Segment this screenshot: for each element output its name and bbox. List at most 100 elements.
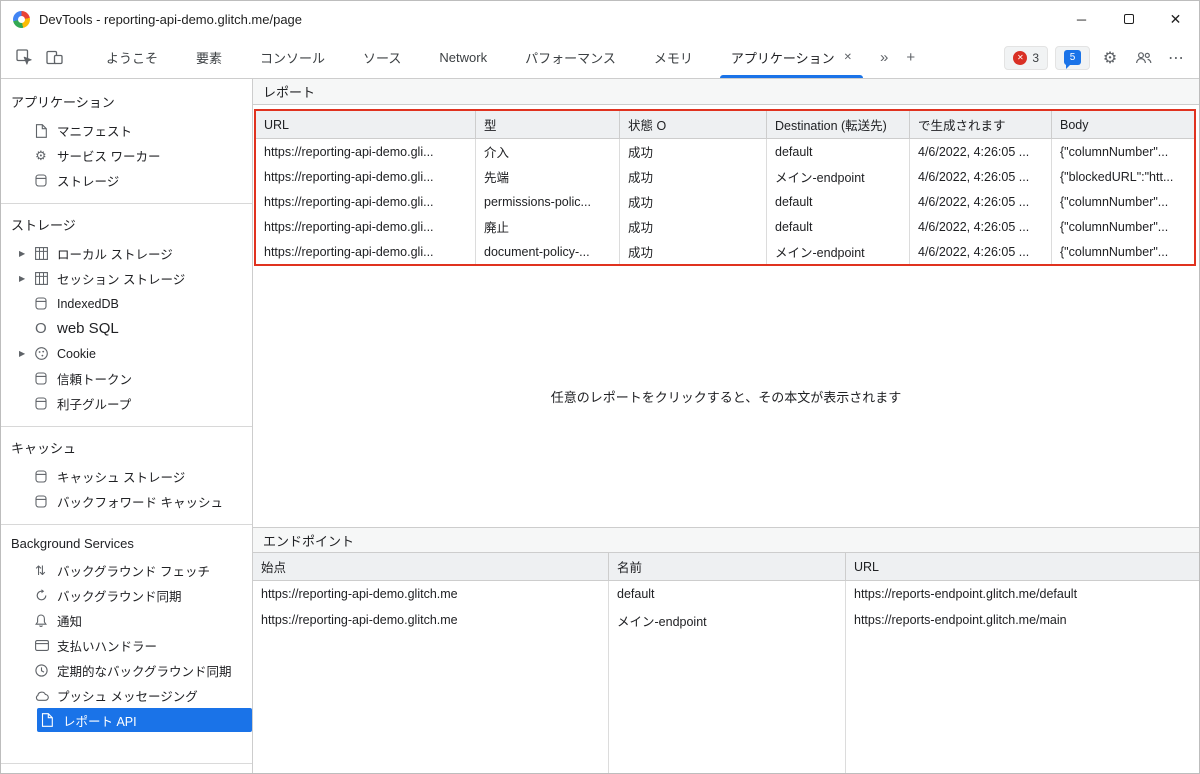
- error-count: 3: [1032, 50, 1039, 65]
- column-header-type[interactable]: 型: [476, 111, 620, 139]
- report-generated[interactable]: 4/6/2022, 4:26:05 ...: [910, 164, 1052, 189]
- sidebar-item-push-messaging[interactable]: プッシュ メッセージング: [1, 683, 252, 708]
- report-type[interactable]: 介入: [476, 139, 620, 164]
- minimize-button[interactable]: ─: [1058, 1, 1105, 37]
- report-generated[interactable]: 4/6/2022, 4:26:05 ...: [910, 214, 1052, 239]
- sidebar-item-cache-storage[interactable]: キャッシュ ストレージ: [1, 464, 252, 489]
- accounts-button[interactable]: [1130, 45, 1156, 71]
- report-generated[interactable]: 4/6/2022, 4:26:05 ...: [910, 189, 1052, 214]
- sidebar-item-back-forward-cache[interactable]: バックフォワード キャッシュ: [1, 489, 252, 514]
- reports-table-annotation: URL 型 状態 O Destination (転送先) で生成されます Bod…: [254, 109, 1196, 266]
- expand-arrow-icon[interactable]: ▶: [19, 249, 35, 258]
- report-status[interactable]: 成功: [620, 189, 767, 214]
- report-generated[interactable]: 4/6/2022, 4:26:05 ...: [910, 239, 1052, 264]
- report-destination[interactable]: メイン-endpoint: [767, 239, 910, 264]
- column-header-status[interactable]: 状態 O: [620, 111, 767, 139]
- report-destination[interactable]: default: [767, 214, 910, 239]
- tab-welcome[interactable]: ようこそ: [87, 37, 177, 78]
- error-count-badge[interactable]: ✕ 3: [1004, 45, 1048, 70]
- report-type[interactable]: 廃止: [476, 214, 620, 239]
- maximize-icon: [1123, 14, 1134, 24]
- expand-arrow-icon[interactable]: ▶: [19, 274, 35, 283]
- tab-elements[interactable]: 要素: [177, 37, 241, 78]
- more-tabs-button[interactable]: »: [871, 37, 897, 78]
- report-body[interactable]: {"columnNumber"...: [1052, 239, 1194, 264]
- endpoint-url[interactable]: https://reports-endpoint.glitch.me/defau…: [846, 581, 1199, 607]
- report-body[interactable]: {"columnNumber"...: [1052, 139, 1194, 164]
- sidebar-item-interest-groups[interactable]: 利子グループ: [1, 391, 252, 416]
- report-body[interactable]: {"columnNumber"...: [1052, 214, 1194, 239]
- report-url[interactable]: https://reporting-api-demo.gli...: [256, 189, 476, 214]
- sidebar-item-background-sync[interactable]: バックグラウンド同期: [1, 583, 252, 608]
- report-status[interactable]: 成功: [620, 139, 767, 164]
- report-url[interactable]: https://reporting-api-demo.gli...: [256, 239, 476, 264]
- sidebar-item-local-storage[interactable]: ▶ ローカル ストレージ: [1, 241, 252, 266]
- tab-close-icon[interactable]: ✕: [844, 52, 852, 63]
- sidebar-item-periodic-background-sync[interactable]: 定期的なバックグラウンド同期: [1, 658, 252, 683]
- report-generated[interactable]: 4/6/2022, 4:26:05 ...: [910, 139, 1052, 164]
- issue-count: 5: [1069, 52, 1076, 63]
- tab-memory[interactable]: メモリ: [635, 37, 712, 78]
- tab-label: ようこそ: [106, 51, 159, 66]
- column-header-destination[interactable]: Destination (転送先): [767, 111, 910, 139]
- report-status[interactable]: 成功: [620, 239, 767, 264]
- window-controls: ─ ✕: [1058, 1, 1199, 37]
- report-type[interactable]: document-policy-...: [476, 239, 620, 264]
- report-body[interactable]: {"blockedURL":"htt...: [1052, 164, 1194, 189]
- column-header-generated[interactable]: で生成されます: [910, 111, 1052, 139]
- report-status[interactable]: 成功: [620, 164, 767, 189]
- sidebar-item-trust-tokens[interactable]: 信頼トークン: [1, 366, 252, 391]
- sidebar-item-manifest[interactable]: マニフェスト: [1, 118, 252, 143]
- report-status[interactable]: 成功: [620, 214, 767, 239]
- endpoint-origin[interactable]: https://reporting-api-demo.glitch.me: [253, 581, 609, 607]
- storage-icon: [35, 495, 53, 508]
- device-toolbar-button[interactable]: [39, 43, 69, 73]
- sidebar-item-reporting-api[interactable]: レポート API: [37, 708, 252, 732]
- close-button[interactable]: ✕: [1152, 1, 1199, 37]
- report-body[interactable]: {"columnNumber"...: [1052, 189, 1194, 214]
- sidebar-item-payment-handler[interactable]: 支払いハンドラー: [1, 633, 252, 658]
- cookie-icon: [35, 347, 53, 360]
- sidebar-item-web-sql[interactable]: O web SQL: [1, 316, 252, 341]
- tab-application[interactable]: アプリケーション ✕: [712, 37, 871, 78]
- inspect-element-button[interactable]: [9, 43, 39, 73]
- tab-console[interactable]: コンソール: [241, 37, 344, 78]
- storage-icon: [35, 297, 53, 310]
- report-destination[interactable]: メイン-endpoint: [767, 164, 910, 189]
- expand-arrow-icon[interactable]: ▶: [19, 349, 35, 358]
- tab-performance[interactable]: パフォーマンス: [506, 37, 635, 78]
- sidebar-item-background-fetch[interactable]: ⇅ バックグラウンド フェッチ: [1, 558, 252, 583]
- report-type[interactable]: permissions-polic...: [476, 189, 620, 214]
- sidebar-item-cookies[interactable]: ▶ Cookie: [1, 341, 252, 366]
- sidebar-item-label: プッシュ メッセージング: [57, 690, 198, 704]
- report-url[interactable]: https://reporting-api-demo.gli...: [256, 164, 476, 189]
- report-url[interactable]: https://reporting-api-demo.gli...: [256, 214, 476, 239]
- settings-button[interactable]: ⚙: [1097, 45, 1123, 71]
- column-header-url[interactable]: URL: [256, 111, 476, 139]
- endpoint-origin[interactable]: https://reporting-api-demo.glitch.me: [253, 607, 609, 633]
- endpoint-name[interactable]: default: [609, 581, 846, 607]
- sidebar-item-session-storage[interactable]: ▶ セッション ストレージ: [1, 266, 252, 291]
- report-destination[interactable]: default: [767, 189, 910, 214]
- sidebar-item-label: 支払いハンドラー: [57, 640, 158, 654]
- report-url[interactable]: https://reporting-api-demo.gli...: [256, 139, 476, 164]
- issues-count-badge[interactable]: 5: [1055, 45, 1090, 70]
- sidebar-item-notifications[interactable]: 通知: [1, 608, 252, 633]
- maximize-button[interactable]: [1105, 1, 1152, 37]
- column-header-endpoint-url[interactable]: URL: [846, 553, 1199, 581]
- sidebar-item-service-workers[interactable]: ⚙ サービス ワーカー: [1, 143, 252, 168]
- column-header-name[interactable]: 名前: [609, 553, 846, 581]
- sidebar-item-label: レポート API: [63, 714, 137, 729]
- endpoint-name[interactable]: メイン-endpoint: [609, 607, 846, 633]
- sidebar-item-storage[interactable]: ストレージ: [1, 168, 252, 193]
- tab-network[interactable]: Network: [420, 37, 506, 78]
- endpoint-url[interactable]: https://reports-endpoint.glitch.me/main: [846, 607, 1199, 633]
- column-header-origin[interactable]: 始点: [253, 553, 609, 581]
- sidebar-item-indexeddb[interactable]: IndexedDB: [1, 291, 252, 316]
- report-destination[interactable]: default: [767, 139, 910, 164]
- column-header-body[interactable]: Body: [1052, 111, 1194, 139]
- add-tab-button[interactable]: +: [897, 37, 924, 78]
- report-type[interactable]: 先端: [476, 164, 620, 189]
- more-options-button[interactable]: ⋯: [1163, 45, 1189, 71]
- tab-sources[interactable]: ソース: [344, 37, 420, 78]
